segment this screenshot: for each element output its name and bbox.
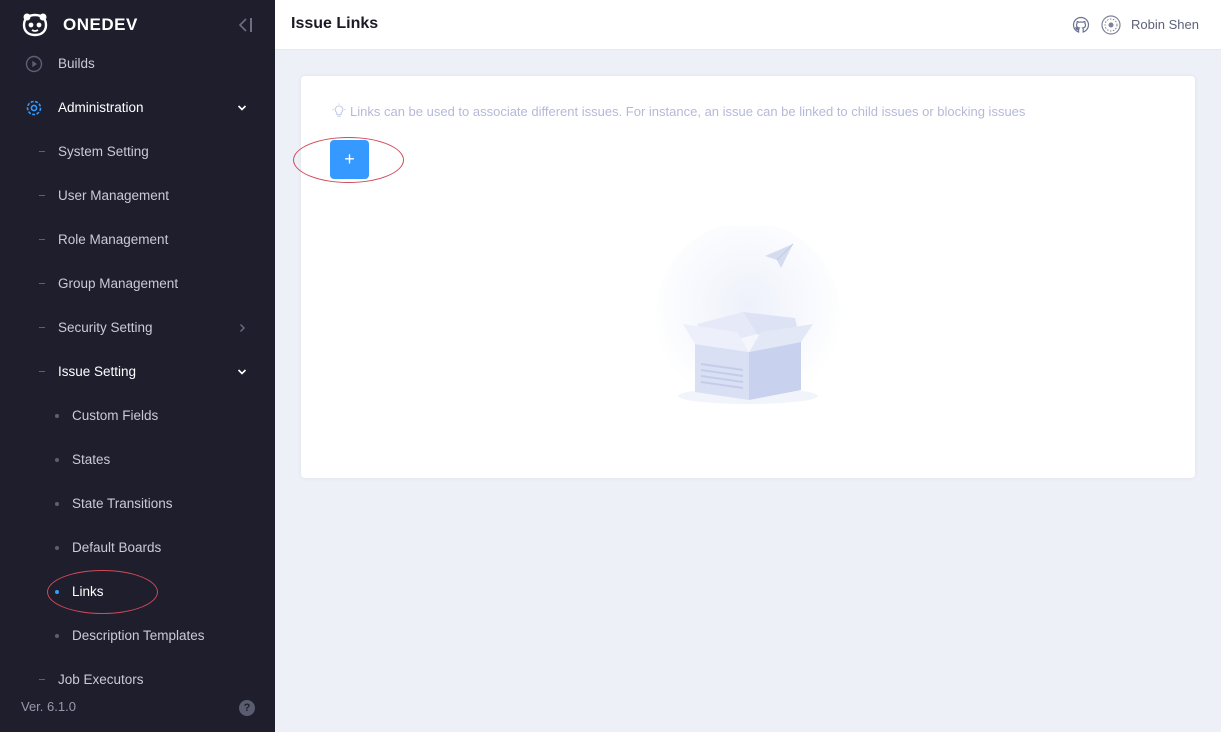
sidebar-item-custom-fields[interactable]: Custom Fields (0, 396, 275, 436)
sidebar-item-label: Default Boards (72, 540, 162, 555)
sidebar-item-label: Custom Fields (72, 408, 159, 423)
tip-text: Links can be used to associate different… (350, 104, 1026, 119)
sidebar-item-group-management[interactable]: Group Management (0, 264, 275, 304)
annotation-circle-links (47, 570, 158, 614)
sidebar-item-system-setting[interactable]: System Setting (0, 132, 275, 172)
sidebar-item-label: Description Templates (72, 628, 205, 643)
onedev-logo-icon[interactable] (21, 12, 49, 38)
sidebar-item-label: Role Management (58, 232, 169, 247)
brand: ONEDEV (0, 0, 275, 50)
bullet-dash (39, 195, 45, 196)
brand-name: ONEDEV (63, 15, 138, 34)
chevron-down-icon (237, 369, 247, 375)
collapse-sidebar-icon[interactable] (236, 16, 254, 34)
user-name[interactable]: Robin Shen (1131, 17, 1199, 32)
sidebar-item-label: User Management (58, 188, 170, 203)
bullet-dash (39, 151, 45, 152)
sidebar-item-administration[interactable]: Administration (0, 88, 275, 128)
sidebar-item-label: Issue Setting (58, 364, 137, 379)
sidebar-item-states[interactable]: States (0, 440, 275, 480)
sidebar-item-default-boards[interactable]: Default Boards (0, 528, 275, 568)
bullet-dot (55, 458, 59, 462)
bullet-dot (55, 502, 59, 506)
sidebar-item-label: Administration (58, 100, 144, 115)
chevron-right-icon (240, 324, 245, 332)
sidebar-item-label: Builds (58, 56, 95, 71)
sidebar-item-role-management[interactable]: Role Management (0, 220, 275, 260)
sidebar-item-label: Job Executors (58, 672, 144, 687)
sidebar-item-security-setting[interactable]: Security Setting (0, 308, 275, 348)
sidebar-item-label: State Transitions (72, 496, 173, 511)
issue-links-card: Links can be used to associate different… (301, 76, 1195, 478)
sidebar-item-label: Security Setting (58, 320, 153, 335)
chevron-down-icon (237, 105, 247, 111)
lightbulb-icon (332, 103, 346, 117)
bullet-dot (55, 414, 59, 418)
page-title: Issue Links (291, 15, 379, 32)
bullet-dash (39, 327, 45, 328)
bullet-dash (39, 239, 45, 240)
sidebar-item-state-transitions[interactable]: State Transitions (0, 484, 275, 524)
bullet-dot (55, 634, 59, 638)
top-header: Issue Links Robin Shen (275, 0, 1221, 50)
github-icon[interactable] (1072, 16, 1090, 34)
annotation-circle-add-button (293, 137, 404, 183)
sidebar-item-label: States (72, 452, 111, 467)
help-icon[interactable]: ? (239, 700, 255, 716)
version-label: Ver. 6.1.0 (21, 699, 76, 714)
bullet-dash (39, 679, 45, 680)
sidebar-item-job-executors[interactable]: Job Executors (0, 660, 275, 689)
sidebar-item-label: System Setting (58, 144, 149, 159)
bullet-dash (39, 371, 45, 372)
bullet-dash (39, 283, 45, 284)
sidebar: ONEDEV Builds Administration System Sett… (0, 0, 275, 732)
bullet-dot (55, 546, 59, 550)
play-circle-icon (25, 55, 43, 73)
empty-box-illustration (656, 226, 840, 406)
sidebar-item-builds[interactable]: Builds (0, 44, 275, 84)
user-avatar[interactable] (1101, 15, 1121, 35)
sidebar-item-description-templates[interactable]: Description Templates (0, 616, 275, 656)
sidebar-item-user-management[interactable]: User Management (0, 176, 275, 216)
sidebar-item-issue-setting[interactable]: Issue Setting (0, 352, 275, 392)
sidebar-item-label: Group Management (58, 276, 179, 291)
gear-icon (26, 100, 42, 116)
